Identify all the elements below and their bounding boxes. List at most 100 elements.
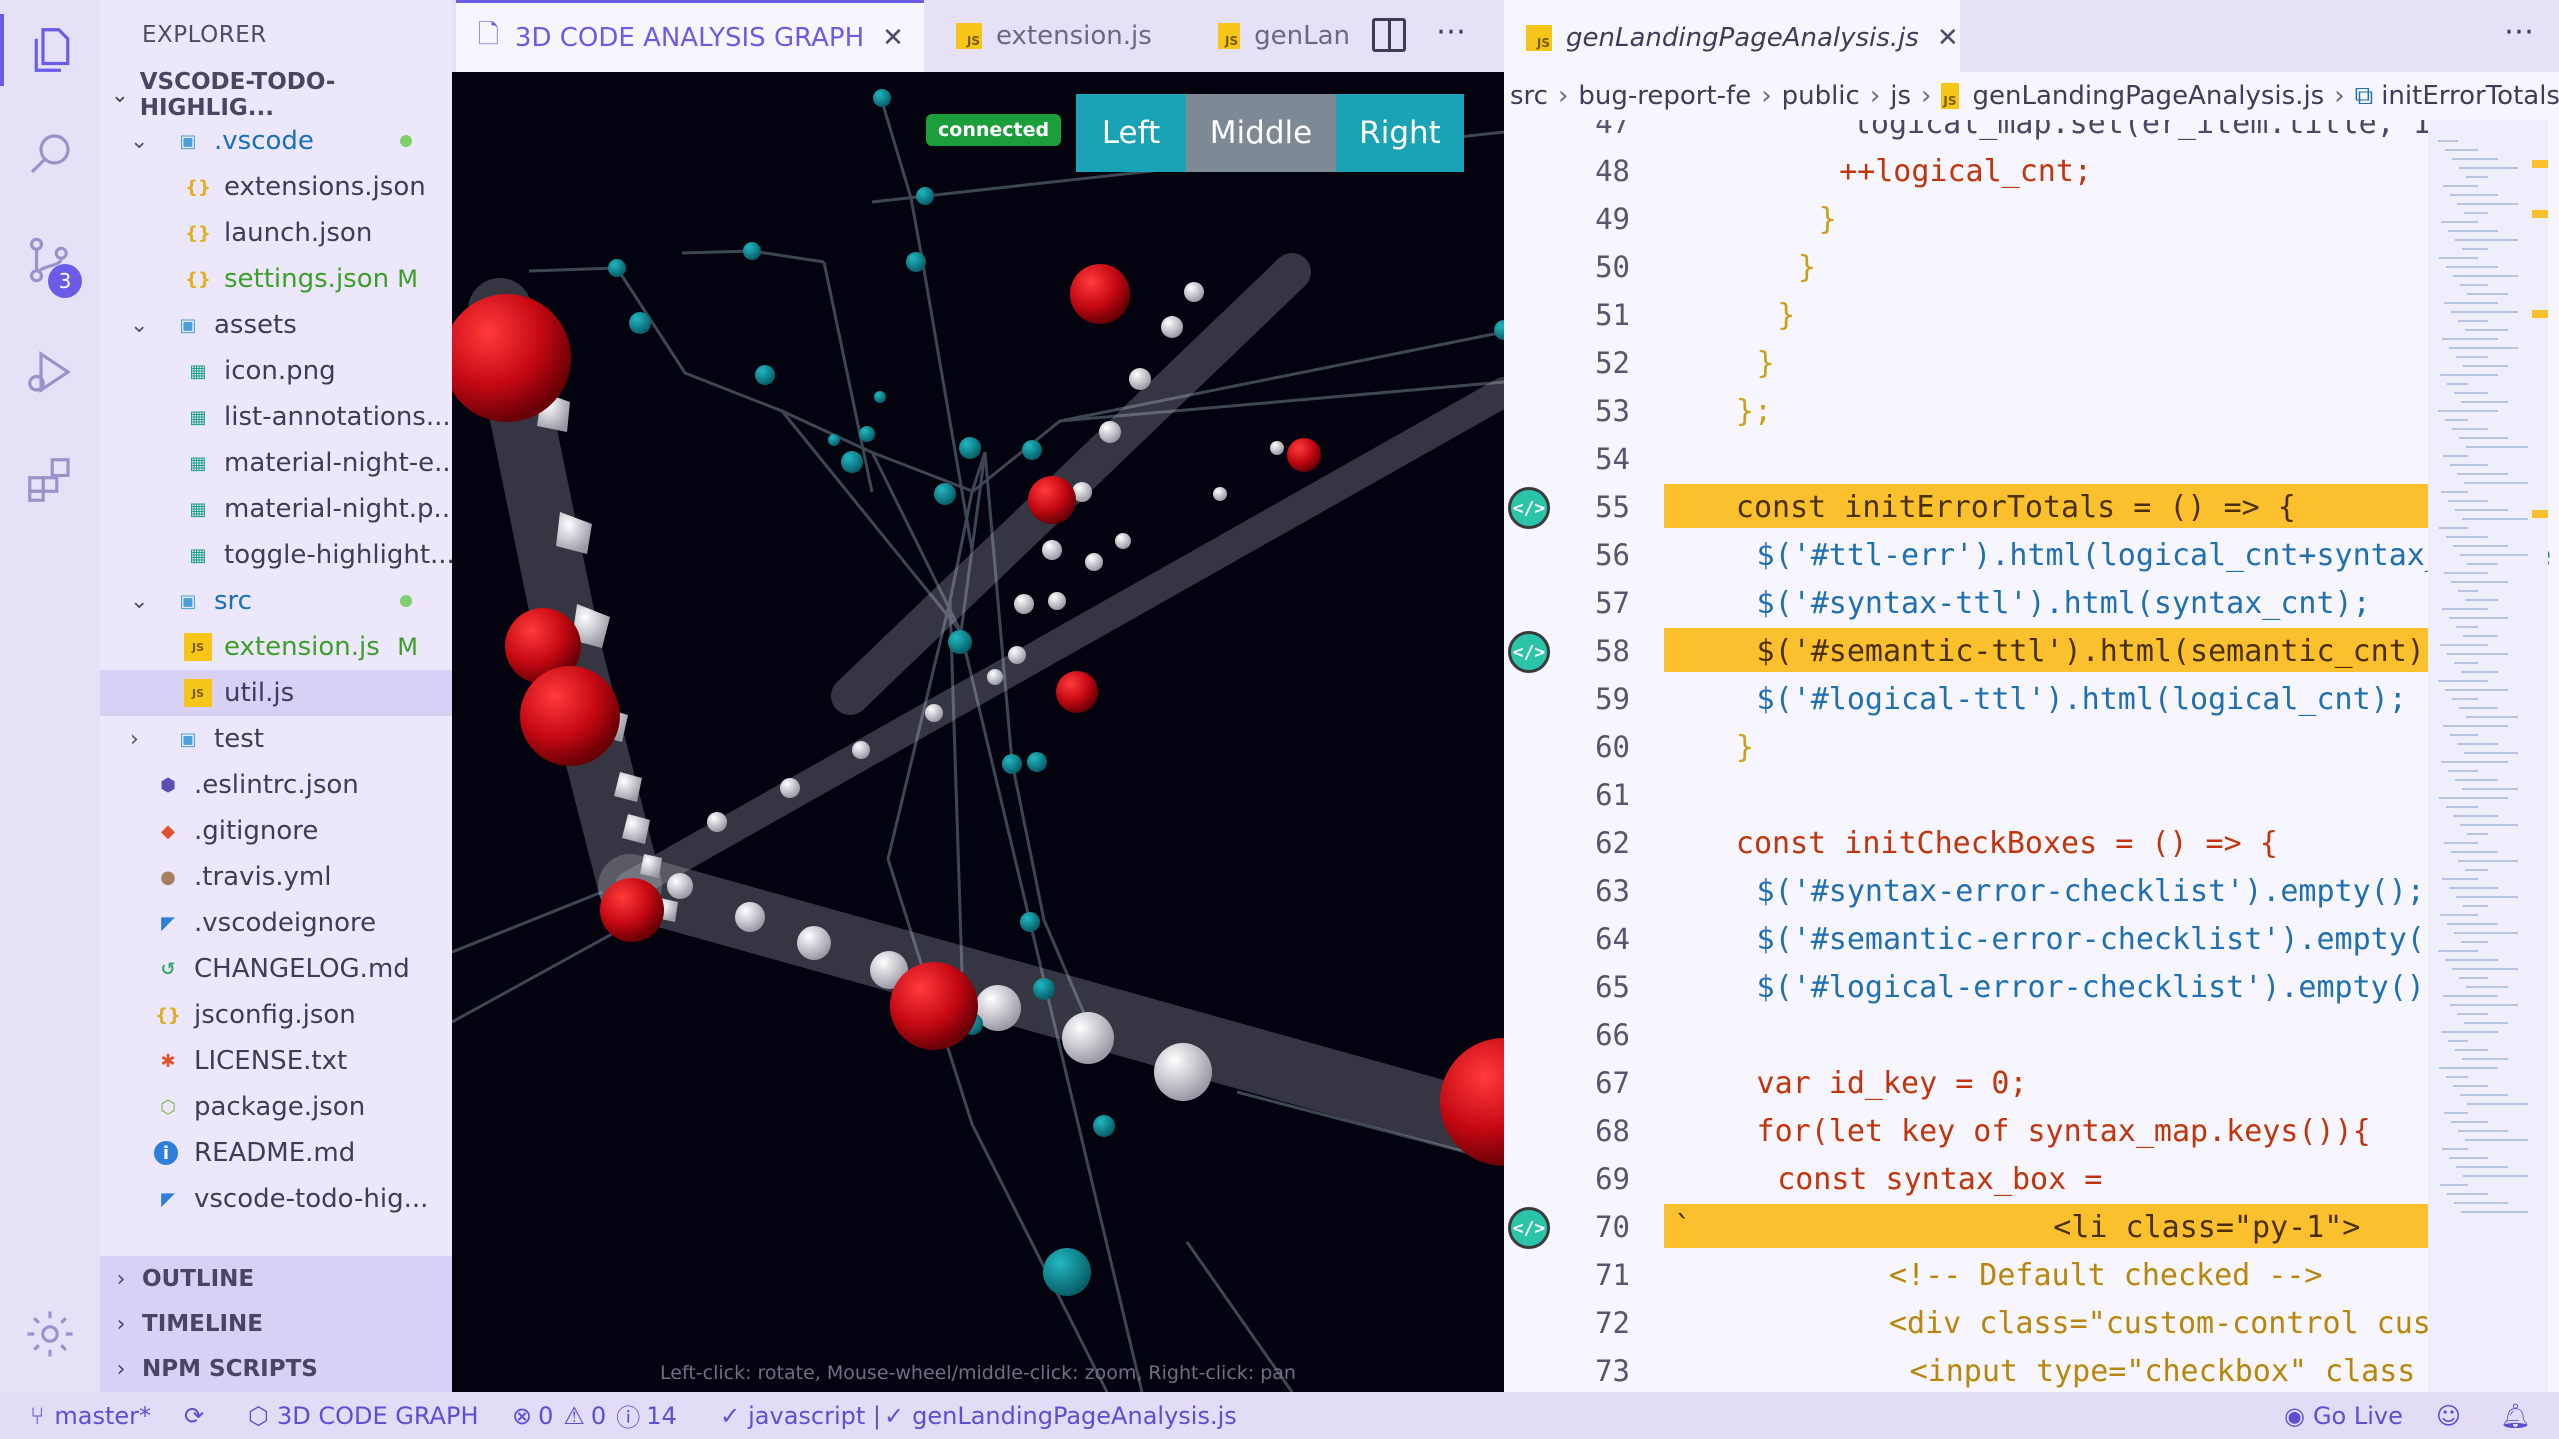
code-text: } [1797, 250, 1816, 285]
section-npm-scripts[interactable]: › NPM SCRIPTS [100, 1346, 452, 1392]
more-actions-icon[interactable]: ⋯ [2504, 14, 2534, 49]
code-line[interactable]: 60} [1504, 724, 2559, 772]
files-icon[interactable] [0, 14, 100, 86]
minimap[interactable] [2428, 120, 2548, 1392]
code-line[interactable]: 53}; [1504, 388, 2559, 436]
file-item[interactable]: ▦ toggle-highlight.... [100, 532, 452, 578]
code-line[interactable]: 59 $('#logical-ttl').html(logical_cnt); [1504, 676, 2559, 724]
breadcrumb-item[interactable]: public [1782, 81, 1860, 111]
middle-button[interactable]: Middle [1186, 94, 1336, 172]
section-outline[interactable]: › OUTLINE [100, 1256, 452, 1302]
code-line[interactable]: 51} [1504, 292, 2559, 340]
file-item[interactable]: JS extension.js M [100, 624, 452, 670]
folder-item[interactable]: › ▣ test [100, 716, 452, 762]
feedback-icon[interactable]: ☺ [2436, 1392, 2461, 1439]
language-status[interactable]: ✓ javascript | [720, 1392, 881, 1439]
right-button[interactable]: Right [1336, 94, 1464, 172]
breadcrumb-item[interactable]: genLandingPageAnalysis.js [1973, 81, 2325, 111]
workspace-root[interactable]: ⌄ VSCODE-TODO-HIGHLIG... [100, 69, 452, 121]
code-line[interactable]: 52} [1504, 340, 2559, 388]
code-line[interactable]: 69 const syntax_box = [1504, 1156, 2559, 1204]
code-line[interactable]: 62 const initCheckBoxes = () => { [1504, 820, 2559, 868]
code-line[interactable]: 68 for(let key of syntax_map.keys()){ [1504, 1108, 2559, 1156]
code-line[interactable]: 66 [1504, 1012, 2559, 1060]
code-line[interactable]: </> 70 ` <li class="py-1"> [1504, 1204, 2559, 1252]
code-analysis-gutter-icon[interactable]: </> [1508, 1207, 1550, 1249]
more-actions-icon[interactable]: ⋯ [1436, 14, 1466, 49]
code-line[interactable]: 64 $('#semantic-error-checklist').empty()… [1504, 916, 2559, 964]
problems-status[interactable]: ⊗ 0 ⚠ 0 ⓘ 14 [512, 1392, 677, 1439]
code-line[interactable]: </> 58 $('#semantic-ttl').html(semantic_cn… [1504, 628, 2559, 676]
go-live-button[interactable]: ◉ Go Live [2284, 1392, 2403, 1439]
file-item[interactable]: ▦ material-night.p... [100, 486, 452, 532]
file-item[interactable]: {} extensions.json [100, 164, 452, 210]
graph-status-icon: ⬡ [248, 1401, 269, 1430]
code-line[interactable]: 47 logical_map.set(er_item.title, 1); [1504, 120, 2559, 148]
breadcrumb-item[interactable]: bug-report-fe [1578, 81, 1751, 111]
file-item[interactable]: ↺ CHANGELOG.md [100, 946, 452, 992]
file-item[interactable]: ▦ material-night-e... [100, 440, 452, 486]
line-number: 54 [1595, 442, 1630, 476]
split-editor-icon[interactable] [1372, 18, 1406, 52]
code-line[interactable]: 61 [1504, 772, 2559, 820]
code-line[interactable]: 50} [1504, 244, 2559, 292]
file-item[interactable]: {} jsconfig.json [100, 992, 452, 1038]
graph-status[interactable]: ⬡ 3D CODE GRAPH [248, 1392, 479, 1439]
folder-item[interactable]: ⌄ ▣ src [100, 578, 452, 624]
code-line[interactable]: 57 $('#syntax-ttl').html(syntax_cnt); [1504, 580, 2559, 628]
file-item[interactable]: ◤ .vscodeignore [100, 900, 452, 946]
file-status[interactable]: ✓ genLandingPageAnalysis.js [884, 1392, 1237, 1439]
code-line[interactable]: 65 $('#logical-error-checklist').empty(); [1504, 964, 2559, 1012]
code-line[interactable]: 49} [1504, 196, 2559, 244]
run-debug-icon[interactable] [18, 340, 82, 404]
code-line[interactable]: 72 <div class="custom-control cus [1504, 1300, 2559, 1348]
folder-item[interactable]: ⌄ ▣ .vscode [100, 118, 452, 164]
extensions-icon[interactable] [18, 448, 82, 512]
file-item[interactable]: ◤ vscode-todo-hig... [100, 1176, 452, 1222]
breadcrumb-item[interactable]: initErrorTotals [2381, 81, 2559, 111]
code-line[interactable]: 48 ++logical_cnt; [1504, 148, 2559, 196]
sync-icon[interactable]: ⟳ [184, 1392, 204, 1439]
file-item[interactable]: ▦ list-annotations.... [100, 394, 452, 440]
file-item[interactable]: ⬡ package.json [100, 1084, 452, 1130]
code-line[interactable]: 56 $('#ttl-err').html(logical_cnt+syntax_… [1504, 532, 2559, 580]
code-text: } [1777, 298, 1796, 333]
code-line[interactable]: 67 var id_key = 0; [1504, 1060, 2559, 1108]
file-item[interactable]: ▦ icon.png [100, 348, 452, 394]
file-item[interactable]: JS util.js [100, 670, 452, 716]
file-item[interactable]: ◆ .gitignore [100, 808, 452, 854]
minimap-line [2458, 590, 2478, 592]
settings-gear-icon[interactable] [18, 1302, 82, 1366]
code-line[interactable]: 54 [1504, 436, 2559, 484]
code-line[interactable]: </> 55 const initErrorTotals = () => { [1504, 484, 2559, 532]
breadcrumb-item[interactable]: src [1510, 81, 1548, 111]
file-item[interactable]: i README.md [100, 1130, 452, 1176]
tab-3d-code-analysis-graph[interactable]: 🗋 3D CODE ANALYSIS GRAPH ✕ [456, 0, 924, 72]
section-timeline[interactable]: › TIMELINE [100, 1301, 452, 1347]
3d-graph-canvas[interactable]: connected Left Middle Right Left-click: … [452, 72, 1504, 1392]
tab-genlan[interactable]: JS genLan [1200, 0, 1350, 72]
file-item[interactable]: ✱ LICENSE.txt [100, 1038, 452, 1084]
code-analysis-gutter-icon[interactable]: </> [1508, 631, 1550, 673]
line-number: 58 [1595, 634, 1630, 668]
file-item[interactable]: ● .travis.yml [100, 854, 452, 900]
left-button[interactable]: Left [1076, 94, 1186, 172]
file-item[interactable]: {} launch.json [100, 210, 452, 256]
notifications-bell-icon[interactable]: 🔔︎ [2500, 1392, 2530, 1439]
breadcrumb-item[interactable]: js [1890, 81, 1911, 111]
tab-genlandingpageanalysis-js[interactable]: JS genLandingPageAnalysis.js ✕ [1504, 0, 1960, 72]
branch-status[interactable]: ⑂ master* [30, 1392, 151, 1439]
code-line[interactable]: 71 <!-- Default checked --> [1504, 1252, 2559, 1300]
code-line[interactable]: 73 <input type="checkbox" class [1504, 1348, 2559, 1392]
search-icon[interactable] [18, 122, 82, 186]
code-line[interactable]: 63 $('#syntax-error-checklist').empty(); [1504, 868, 2559, 916]
code-editor[interactable]: 47 logical_map.set(er_item.title, 1); 48 ++… [1504, 120, 2559, 1392]
file-item[interactable]: ⬢ .eslintrc.json [100, 762, 452, 808]
close-icon[interactable]: ✕ [882, 23, 904, 53]
folder-item[interactable]: ⌄ ▣ assets [100, 302, 452, 348]
close-icon[interactable]: ✕ [1937, 23, 1959, 53]
warning-count: 0 [590, 1401, 607, 1430]
file-item[interactable]: {} settings.json M [100, 256, 452, 302]
tab-extension-js[interactable]: JS extension.js [936, 0, 1186, 72]
code-analysis-gutter-icon[interactable]: </> [1508, 487, 1550, 529]
